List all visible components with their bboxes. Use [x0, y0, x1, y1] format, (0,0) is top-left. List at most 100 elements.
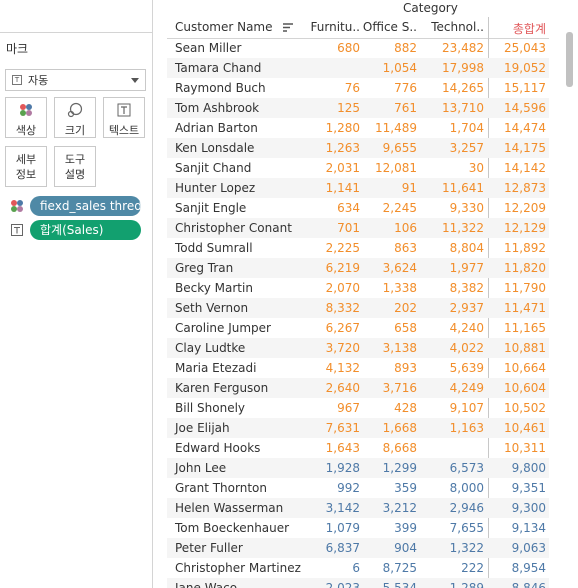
table-row[interactable]: Caroline Jumper 6,267 658 4,240 11,165: [167, 318, 549, 338]
table-row[interactable]: Edward Hooks 1,643 8,668 10,311: [167, 438, 549, 458]
table-row[interactable]: Sanjit Chand 2,031 12,081 30 14,142: [167, 158, 549, 178]
marks-pane: 마크 T 자동 색상 크기 텍스트 세부 정보 도구 설명 fiexd_sale…: [0, 0, 153, 588]
table-row[interactable]: John Lee 1,928 1,299 6,573 9,800: [167, 458, 549, 478]
grand-total-cell: 14,596: [504, 101, 546, 115]
text-field-pill[interactable]: 합계(Sales): [30, 220, 141, 240]
customer-name-cell: Bill Shonely: [175, 401, 246, 415]
technology-cell: 7,655: [449, 521, 484, 535]
customer-name-cell: Ken Lonsdale: [175, 141, 255, 155]
furniture-cell: 8,332: [325, 301, 360, 315]
office-supplies-cell: 8,668: [382, 441, 417, 455]
furniture-cell: 1,079: [325, 521, 360, 535]
customer-name-cell: Becky Martin: [175, 281, 253, 295]
grand-total-cell: 10,664: [504, 361, 546, 375]
table-row[interactable]: Raymond Buch 76 776 14,265 15,117: [167, 78, 549, 98]
grand-total-cell: 14,175: [504, 141, 546, 155]
office-supplies-cell: 5,534: [382, 581, 417, 588]
table-row[interactable]: Grant Thornton 992 359 8,000 9,351: [167, 478, 549, 498]
label-button[interactable]: 텍스트: [103, 97, 145, 138]
furniture-cell: 76: [344, 81, 360, 95]
customer-name-cell: Clay Ludtke: [175, 341, 246, 355]
table-row[interactable]: Becky Martin 2,070 1,338 8,382 11,790: [167, 278, 549, 298]
table-row[interactable]: Tamara Chand 1,054 17,998 19,052: [167, 58, 549, 78]
tooltip-button-label-line1: 도구: [64, 153, 86, 166]
detail-button[interactable]: 세부 정보: [5, 146, 47, 187]
table-row[interactable]: Christopher Conant 701 106 11,322 12,129: [167, 218, 549, 238]
table-row[interactable]: Joe Elijah 7,631 1,668 1,163 10,461: [167, 418, 549, 438]
table-row[interactable]: Christopher Martinez 6 8,725 222 8,954: [167, 558, 549, 578]
furniture-cell: 2,031: [325, 161, 360, 175]
furniture-cell: 6,219: [325, 261, 360, 275]
detail-button-label-line1: 세부: [15, 153, 37, 166]
table-row[interactable]: Sean Miller 680 882 23,482 25,043: [167, 38, 549, 58]
table-row[interactable]: Bill Shonely 967 428 9,107 10,502: [167, 398, 549, 418]
grand-total-cell: 10,604: [504, 381, 546, 395]
technology-cell: 4,240: [449, 321, 484, 335]
grand-total-cell: 11,165: [504, 321, 546, 335]
table-row[interactable]: Clay Ludtke 3,720 3,138 4,022 10,881: [167, 338, 549, 358]
office-supplies-cell: 882: [394, 41, 417, 55]
customer-name-cell: Sanjit Engle: [175, 201, 247, 215]
text-field-row: 합계(Sales): [10, 220, 141, 240]
table-row[interactable]: Tom Ashbrook 125 761 13,710 14,596: [167, 98, 549, 118]
table-row[interactable]: Seth Vernon 8,332 202 2,937 11,471: [167, 298, 549, 318]
table-row[interactable]: Hunter Lopez 1,141 91 11,641 12,873: [167, 178, 549, 198]
tooltip-button-label: 도구 설명: [55, 152, 95, 182]
color-field-pill[interactable]: fiexd_sales thred: [30, 196, 141, 216]
office-supplies-cell: 3,212: [382, 501, 417, 515]
header-office-supplies[interactable]: Office S..: [362, 20, 417, 34]
grand-total-cell: 9,351: [511, 481, 546, 495]
customer-name-cell: Helen Wasserman: [175, 501, 284, 515]
office-supplies-cell: 3,624: [382, 261, 417, 275]
table-row[interactable]: Helen Wasserman 3,142 3,212 2,946 9,300: [167, 498, 549, 518]
technology-cell: 30: [468, 161, 484, 175]
header-customer-name[interactable]: Customer Name: [175, 20, 273, 34]
table-row[interactable]: Ken Lonsdale 1,263 9,655 3,257 14,175: [167, 138, 549, 158]
table-row[interactable]: Maria Etezadi 4,132 893 5,639 10,664: [167, 358, 549, 378]
table-row[interactable]: Greg Tran 6,219 3,624 1,977 11,820: [167, 258, 549, 278]
customer-name-cell: Todd Sumrall: [175, 241, 253, 255]
color-button[interactable]: 색상: [5, 97, 47, 138]
mark-type-dropdown[interactable]: T 자동: [5, 69, 146, 91]
vertical-scrollbar[interactable]: [566, 32, 573, 87]
technology-cell: 4,022: [449, 341, 484, 355]
header-furniture[interactable]: Furnitu..: [302, 20, 360, 34]
office-supplies-cell: 11,489: [375, 121, 417, 135]
table-row[interactable]: Jane Waco 2,023 5,534 1,289 8,846: [167, 578, 549, 588]
label-button-label: 텍스트: [108, 124, 140, 137]
technology-cell: 8,804: [449, 241, 484, 255]
tooltip-button[interactable]: 도구 설명: [54, 146, 96, 187]
technology-cell: 4,249: [449, 381, 484, 395]
customer-name-cell: Seth Vernon: [175, 301, 249, 315]
table-row[interactable]: Todd Sumrall 2,225 863 8,804 11,892: [167, 238, 549, 258]
customer-name-cell: Maria Etezadi: [175, 361, 257, 375]
office-supplies-cell: 359: [394, 481, 417, 495]
customer-name-cell: Jane Waco: [175, 581, 238, 588]
color-button-label: 색상: [15, 124, 37, 137]
grand-total-cell: 14,142: [504, 161, 546, 175]
text-icon: [10, 223, 24, 237]
technology-cell: 1,163: [449, 421, 484, 435]
size-button[interactable]: 크기: [54, 97, 96, 138]
table-row[interactable]: Peter Fuller 6,837 904 1,322 9,063: [167, 538, 549, 558]
column-group-header: Category: [403, 1, 458, 15]
grand-total-cell: 12,129: [504, 221, 546, 235]
header-grand-total[interactable]: 총합계: [489, 20, 546, 37]
grand-total-cell: 11,790: [504, 281, 546, 295]
technology-cell: 5,639: [449, 361, 484, 375]
sort-icon[interactable]: [283, 23, 293, 33]
technology-cell: 23,482: [442, 41, 484, 55]
office-supplies-cell: 399: [394, 521, 417, 535]
table-row[interactable]: Adrian Barton 1,280 11,489 1,704 14,474: [167, 118, 549, 138]
furniture-cell: 125: [337, 101, 360, 115]
office-supplies-cell: 91: [401, 181, 417, 195]
grand-total-cell: 9,063: [511, 541, 546, 555]
table-row[interactable]: Sanjit Engle 634 2,245 9,330 12,209: [167, 198, 549, 218]
table-row[interactable]: Tom Boeckenhauer 1,079 399 7,655 9,134: [167, 518, 549, 538]
table-row[interactable]: Karen Ferguson 2,640 3,716 4,249 10,604: [167, 378, 549, 398]
technology-cell: 2,937: [449, 301, 484, 315]
color-icon: [6, 102, 46, 118]
customer-name-cell: Joe Elijah: [175, 421, 230, 435]
header-technology[interactable]: Technol..: [422, 20, 484, 34]
furniture-cell: 4,132: [325, 361, 360, 375]
